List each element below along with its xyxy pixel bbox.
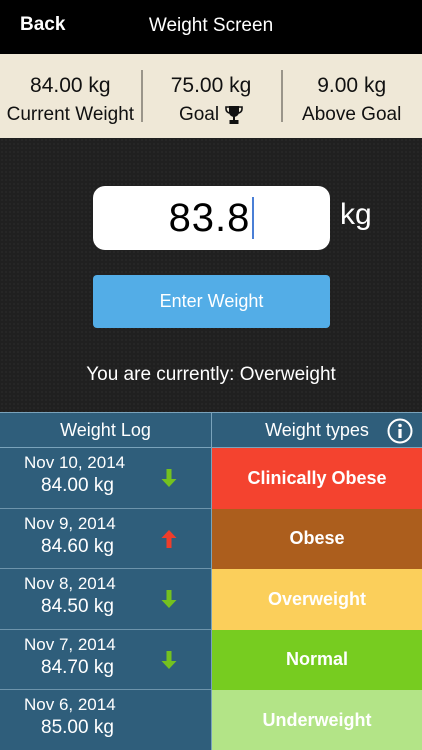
- weight-type-band[interactable]: Underweight: [212, 690, 422, 750]
- info-icon[interactable]: [387, 418, 413, 444]
- above-goal-label: Above Goal: [302, 104, 402, 125]
- stats-strip: 84.00 kg Current Weight 75.00 kg Goal 9.…: [0, 54, 422, 138]
- weight-log-header: Weight Log: [0, 412, 211, 448]
- weight-type-band[interactable]: Overweight: [212, 569, 422, 630]
- log-date: Nov 7, 2014: [24, 634, 116, 654]
- log-weight-value: 84.60 kg: [41, 535, 114, 557]
- log-date: Nov 10, 2014: [24, 453, 126, 472]
- weight-type-band[interactable]: Normal: [212, 629, 422, 690]
- unit-label: kg: [340, 198, 372, 231]
- weight-log-row[interactable]: Nov 9, 2014 84.60 kg: [0, 509, 211, 569]
- weight-status-text: You are currently: Overweight: [86, 364, 336, 385]
- log-weight-value: 84.50 kg: [41, 596, 114, 617]
- weight-types-header: Weight types: [265, 419, 369, 440]
- current-weight-label: Current Weight: [6, 104, 135, 125]
- weight-types-panel: Weight types Clinically Obese Obese Overwe…: [211, 412, 422, 750]
- weight-type-band[interactable]: Clinically Obese: [212, 448, 422, 509]
- weight-types-list: Clinically Obese Obese Overweight Normal Und…: [212, 448, 422, 750]
- arrow-down-icon: [161, 469, 177, 487]
- screen-title: Weight Screen: [148, 15, 274, 36]
- goal-value: 75.00 kg: [170, 74, 252, 97]
- arrow-down-icon: [161, 590, 177, 608]
- current-weight-value: 84.00 kg: [30, 74, 111, 97]
- log-weight-value: 84.00 kg: [41, 475, 114, 496]
- weight-log-row[interactable]: Nov 8, 2014 84.50 kg: [0, 569, 211, 630]
- text-caret: [252, 197, 255, 239]
- weight-input-value: 83.8: [168, 195, 251, 240]
- weight-log-list: Nov 10, 2014 84.00 kg Nov 9, 2014 84.60 kg N…: [0, 448, 211, 750]
- weight-entry-area: 83.8 kg Enter Weight You are currently: …: [0, 138, 422, 412]
- goal-stat: 75.00 kg Goal: [140, 54, 282, 138]
- top-bar: Back Weight Screen: [0, 0, 422, 54]
- enter-weight-button[interactable]: Enter Weight: [93, 275, 330, 328]
- log-weight-value: 85.00 kg: [41, 717, 114, 738]
- goal-label: Goal: [178, 104, 220, 125]
- weight-type-band[interactable]: Obese: [212, 508, 422, 569]
- weight-log-panel: Weight Log Nov 10, 2014 84.00 kg Nov 9, 20…: [0, 412, 211, 750]
- above-goal-value: 9.00 kg: [317, 74, 387, 97]
- log-date: Nov 8, 2014: [24, 574, 116, 593]
- trophy-icon: [225, 106, 243, 124]
- log-date: Nov 9, 2014: [24, 513, 116, 533]
- weight-log-row[interactable]: Nov 7, 2014 84.70 kg: [0, 630, 211, 690]
- arrow-up-icon: [161, 529, 177, 548]
- arrow-down-icon: [161, 650, 177, 669]
- weight-input[interactable]: 83.8: [93, 186, 330, 250]
- current-weight-stat: 84.00 kg Current Weight: [0, 54, 141, 138]
- weight-log-row[interactable]: Nov 6, 2014 85.00 kg: [0, 690, 211, 750]
- above-goal-stat: 9.00 kg Above Goal: [281, 54, 422, 138]
- log-date: Nov 6, 2014: [24, 695, 116, 714]
- weight-log-row[interactable]: Nov 10, 2014 84.00 kg: [0, 448, 211, 509]
- log-weight-value: 84.70 kg: [41, 656, 114, 678]
